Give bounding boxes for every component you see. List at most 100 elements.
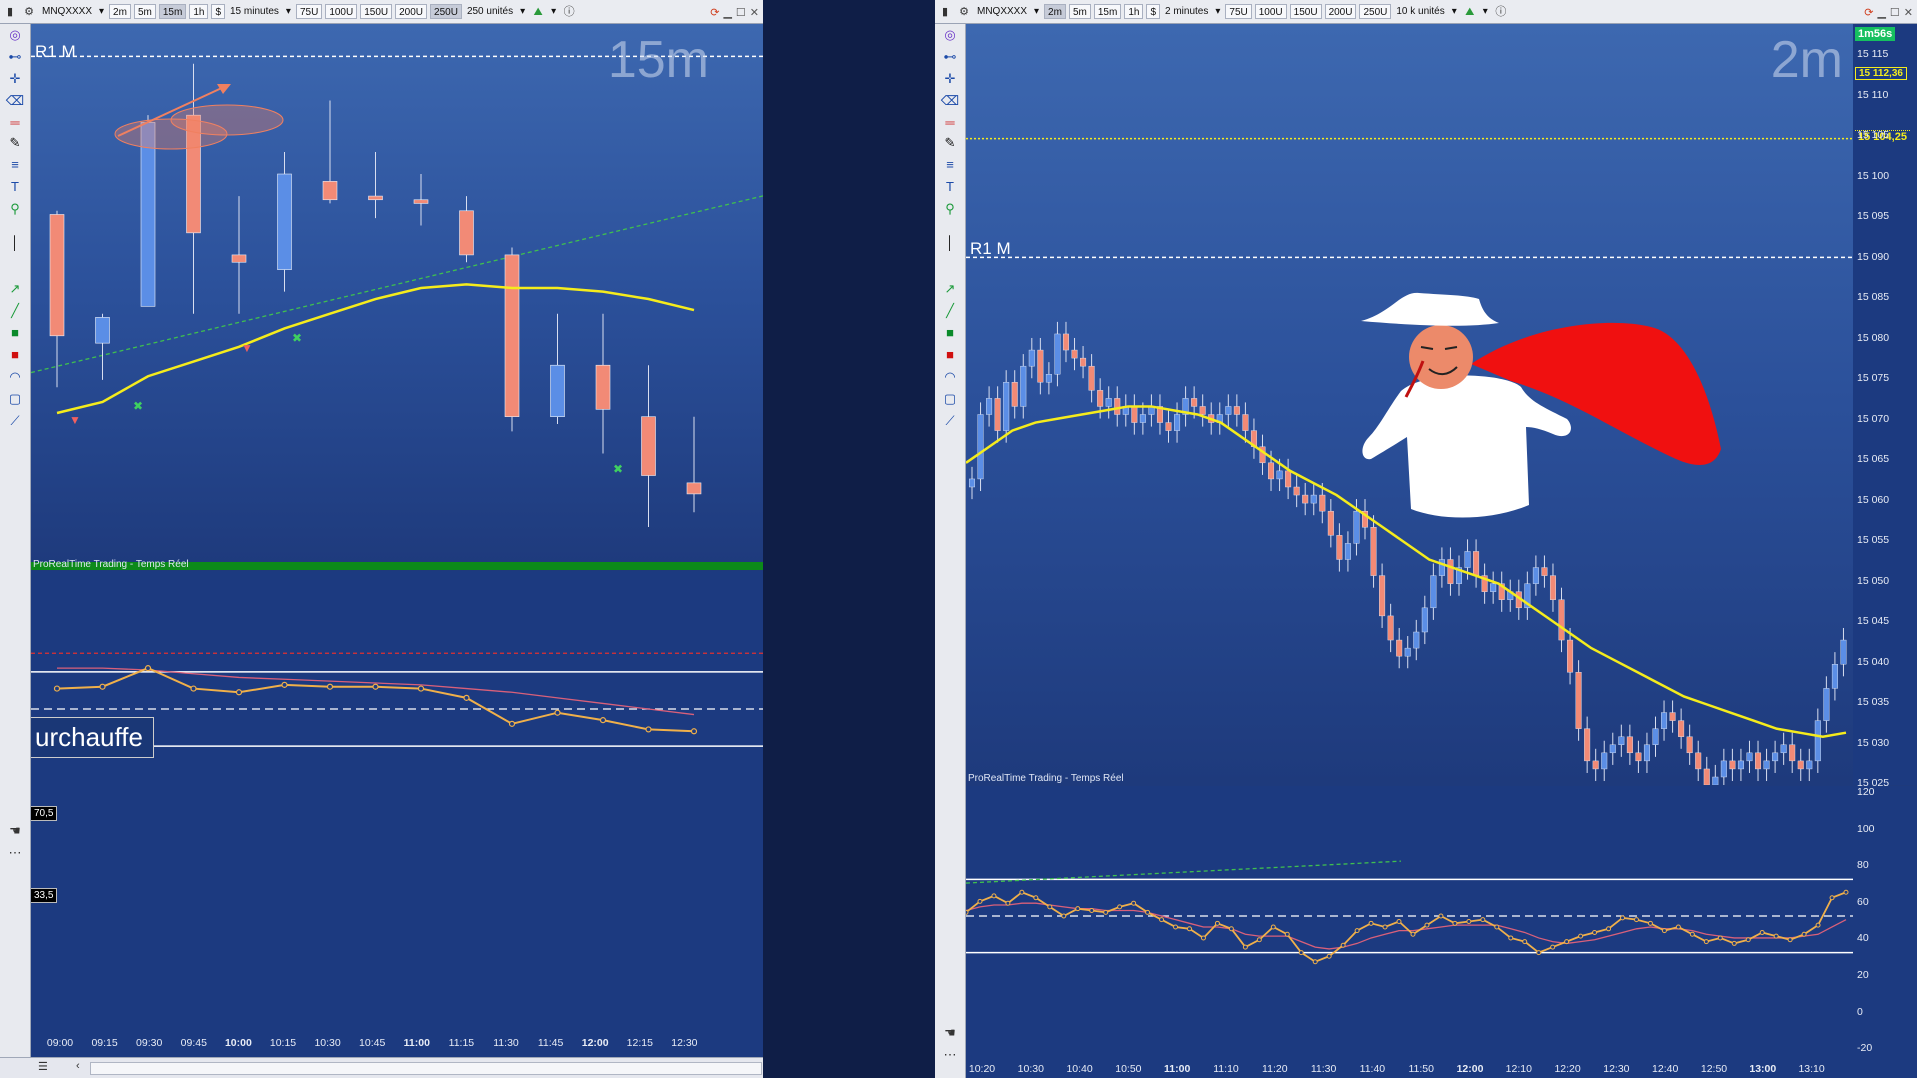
brush-icon[interactable]: ⟋ (940, 412, 960, 430)
text-tool-icon[interactable]: T (5, 178, 25, 196)
left-oscillator-panel[interactable]: urchauffe 70,5 33,5 (31, 571, 763, 1032)
unit-button-150u[interactable]: 150U (1289, 4, 1322, 19)
tf-button-1h[interactable]: 1h (189, 4, 209, 19)
units-select[interactable]: 10 k unités (1394, 6, 1446, 17)
chart-style-icon[interactable]: ⛰ (1462, 4, 1478, 20)
chevron-down-icon[interactable]: ▾ (97, 6, 106, 17)
scroll-left-icon[interactable]: ‹ (76, 1060, 80, 1072)
minimize-icon[interactable]: ▁ (1877, 6, 1885, 19)
chevron-down-icon[interactable]: ▾ (1450, 6, 1459, 17)
unit-button-200u[interactable]: 200U (1324, 4, 1357, 19)
segment-tool-icon[interactable]: ⊷ (940, 48, 960, 66)
oscillator-point (1773, 933, 1779, 939)
period-select[interactable]: 15 minutes (228, 6, 281, 17)
minimize-icon[interactable]: ▁ (723, 6, 731, 19)
note-icon[interactable]: ▢ (5, 390, 25, 408)
line-icon[interactable]: ╱ (5, 302, 25, 320)
horizontal-scrollbar[interactable] (90, 1062, 762, 1075)
scroll-left-icon[interactable]: ☰ (38, 1060, 48, 1073)
horizontal-line-icon[interactable]: ═ (940, 114, 960, 132)
vertical-line-icon[interactable]: │ (5, 234, 25, 252)
trendline-up-icon[interactable]: ↗ (940, 280, 960, 298)
tf-button-2m[interactable]: 2m (109, 4, 131, 19)
chevron-down-icon[interactable]: ▾ (549, 6, 558, 17)
arc-icon[interactable]: ◠ (5, 368, 25, 386)
unit-button-75u[interactable]: 75U (1225, 4, 1252, 19)
left-price-chart[interactable]: ▼ ✖ ▼ ✖ ✖ 15m R1 M ProRealTime Trading - Tem… (31, 24, 763, 570)
more-icon[interactable]: ⋯ (940, 1046, 960, 1064)
fibonacci-icon[interactable]: ≡ (5, 156, 25, 174)
trendline-up-icon[interactable]: ↗ (5, 280, 25, 298)
units-select[interactable]: 250 unités (465, 6, 515, 17)
close-icon[interactable]: ✕ (750, 6, 759, 19)
unit-button-100u[interactable]: 100U (325, 4, 358, 19)
unit-button-100u[interactable]: 100U (1254, 4, 1287, 19)
info-icon[interactable]: ⓘ (561, 4, 577, 20)
unit-button-150u[interactable]: 150U (360, 4, 393, 19)
oscillator-point (1368, 920, 1374, 926)
instrument-select[interactable]: MNQXXXX (975, 6, 1029, 17)
tf-button-5m[interactable]: 5m (133, 4, 156, 19)
right-oscillator-panel[interactable] (966, 786, 1853, 1058)
oscillator-point (1284, 931, 1290, 937)
hand-icon[interactable]: ☚ (940, 1024, 960, 1042)
chevron-down-icon[interactable]: ▾ (518, 6, 527, 17)
lasso-icon[interactable]: ◎ (5, 26, 25, 44)
eraser-icon[interactable]: ⌫ (940, 92, 960, 110)
tf-button-dollar[interactable]: $ (1146, 4, 1160, 19)
chevron-down-icon[interactable]: ▾ (284, 6, 293, 17)
unit-button-250u[interactable]: 250U (430, 4, 462, 19)
settings-icon[interactable]: ⚙ (956, 4, 972, 20)
refresh-icon[interactable]: ⟳ (1864, 6, 1873, 19)
tf-button-5m[interactable]: 5m (1068, 4, 1091, 19)
chevron-down-icon[interactable]: ▾ (1481, 6, 1490, 17)
right-price-chart[interactable]: 2m R1 M ProRealTime Trading - Temps Réel (966, 24, 1853, 785)
crosshair-icon[interactable]: ✛ (940, 70, 960, 88)
refresh-icon[interactable]: ⟳ (710, 6, 719, 19)
tf-button-15m[interactable]: 15m (158, 4, 187, 19)
period-select[interactable]: 2 minutes (1163, 6, 1210, 17)
segment-tool-icon[interactable]: ⊷ (5, 48, 25, 66)
pen-icon[interactable]: ✎ (940, 134, 960, 152)
tf-button-1h[interactable]: 1h (1124, 4, 1144, 19)
horizontal-line-icon[interactable]: ═ (5, 114, 25, 132)
unit-button-75u[interactable]: 75U (295, 4, 323, 19)
chevron-down-icon[interactable]: ▾ (1032, 6, 1041, 17)
tf-button-dollar[interactable]: $ (211, 4, 225, 19)
vertical-line-icon[interactable]: │ (940, 234, 960, 252)
settings-icon[interactable]: ⚙ (21, 4, 37, 20)
unit-button-250u[interactable]: 250U (1359, 4, 1392, 19)
rectangle-red-icon[interactable]: ■ (5, 346, 25, 364)
pen-icon[interactable]: ✎ (5, 134, 25, 152)
maximize-icon[interactable]: ☐ (1890, 6, 1900, 19)
hand-icon[interactable]: ☚ (5, 822, 25, 840)
rectangle-green-icon[interactable]: ■ (940, 324, 960, 342)
line-icon[interactable]: ╱ (940, 302, 960, 320)
more-icon[interactable]: ⋯ (5, 844, 25, 862)
fibonacci-icon[interactable]: ≡ (940, 156, 960, 174)
link-icon[interactable]: ⚲ (5, 200, 25, 218)
brush-icon[interactable]: ⟋ (5, 412, 25, 430)
arc-icon[interactable]: ◠ (940, 368, 960, 386)
eraser-icon[interactable]: ⌫ (5, 92, 25, 110)
rectangle-green-icon[interactable]: ■ (5, 324, 25, 342)
chart-bars-icon[interactable]: ▮ (2, 4, 18, 20)
text-tool-icon[interactable]: T (940, 178, 960, 196)
chevron-down-icon[interactable]: ▾ (1213, 6, 1222, 17)
crosshair-icon[interactable]: ✛ (5, 70, 25, 88)
lasso-icon[interactable]: ◎ (940, 26, 960, 44)
close-icon[interactable]: ✕ (1904, 6, 1913, 19)
candle-body (1592, 760, 1599, 770)
tf-button-15m[interactable]: 15m (1093, 4, 1122, 19)
maximize-icon[interactable]: ☐ (736, 6, 746, 19)
candle-body (1567, 639, 1574, 673)
instrument-select[interactable]: MNQXXXX (40, 6, 94, 17)
note-icon[interactable]: ▢ (940, 390, 960, 408)
tf-button-2m[interactable]: 2m (1044, 4, 1066, 19)
chart-bars-icon[interactable]: ▮ (937, 4, 953, 20)
rectangle-red-icon[interactable]: ■ (940, 346, 960, 364)
link-icon[interactable]: ⚲ (940, 200, 960, 218)
unit-button-200u[interactable]: 200U (395, 4, 428, 19)
info-icon[interactable]: ⓘ (1493, 4, 1509, 20)
chart-style-icon[interactable]: ⛰ (530, 4, 546, 20)
